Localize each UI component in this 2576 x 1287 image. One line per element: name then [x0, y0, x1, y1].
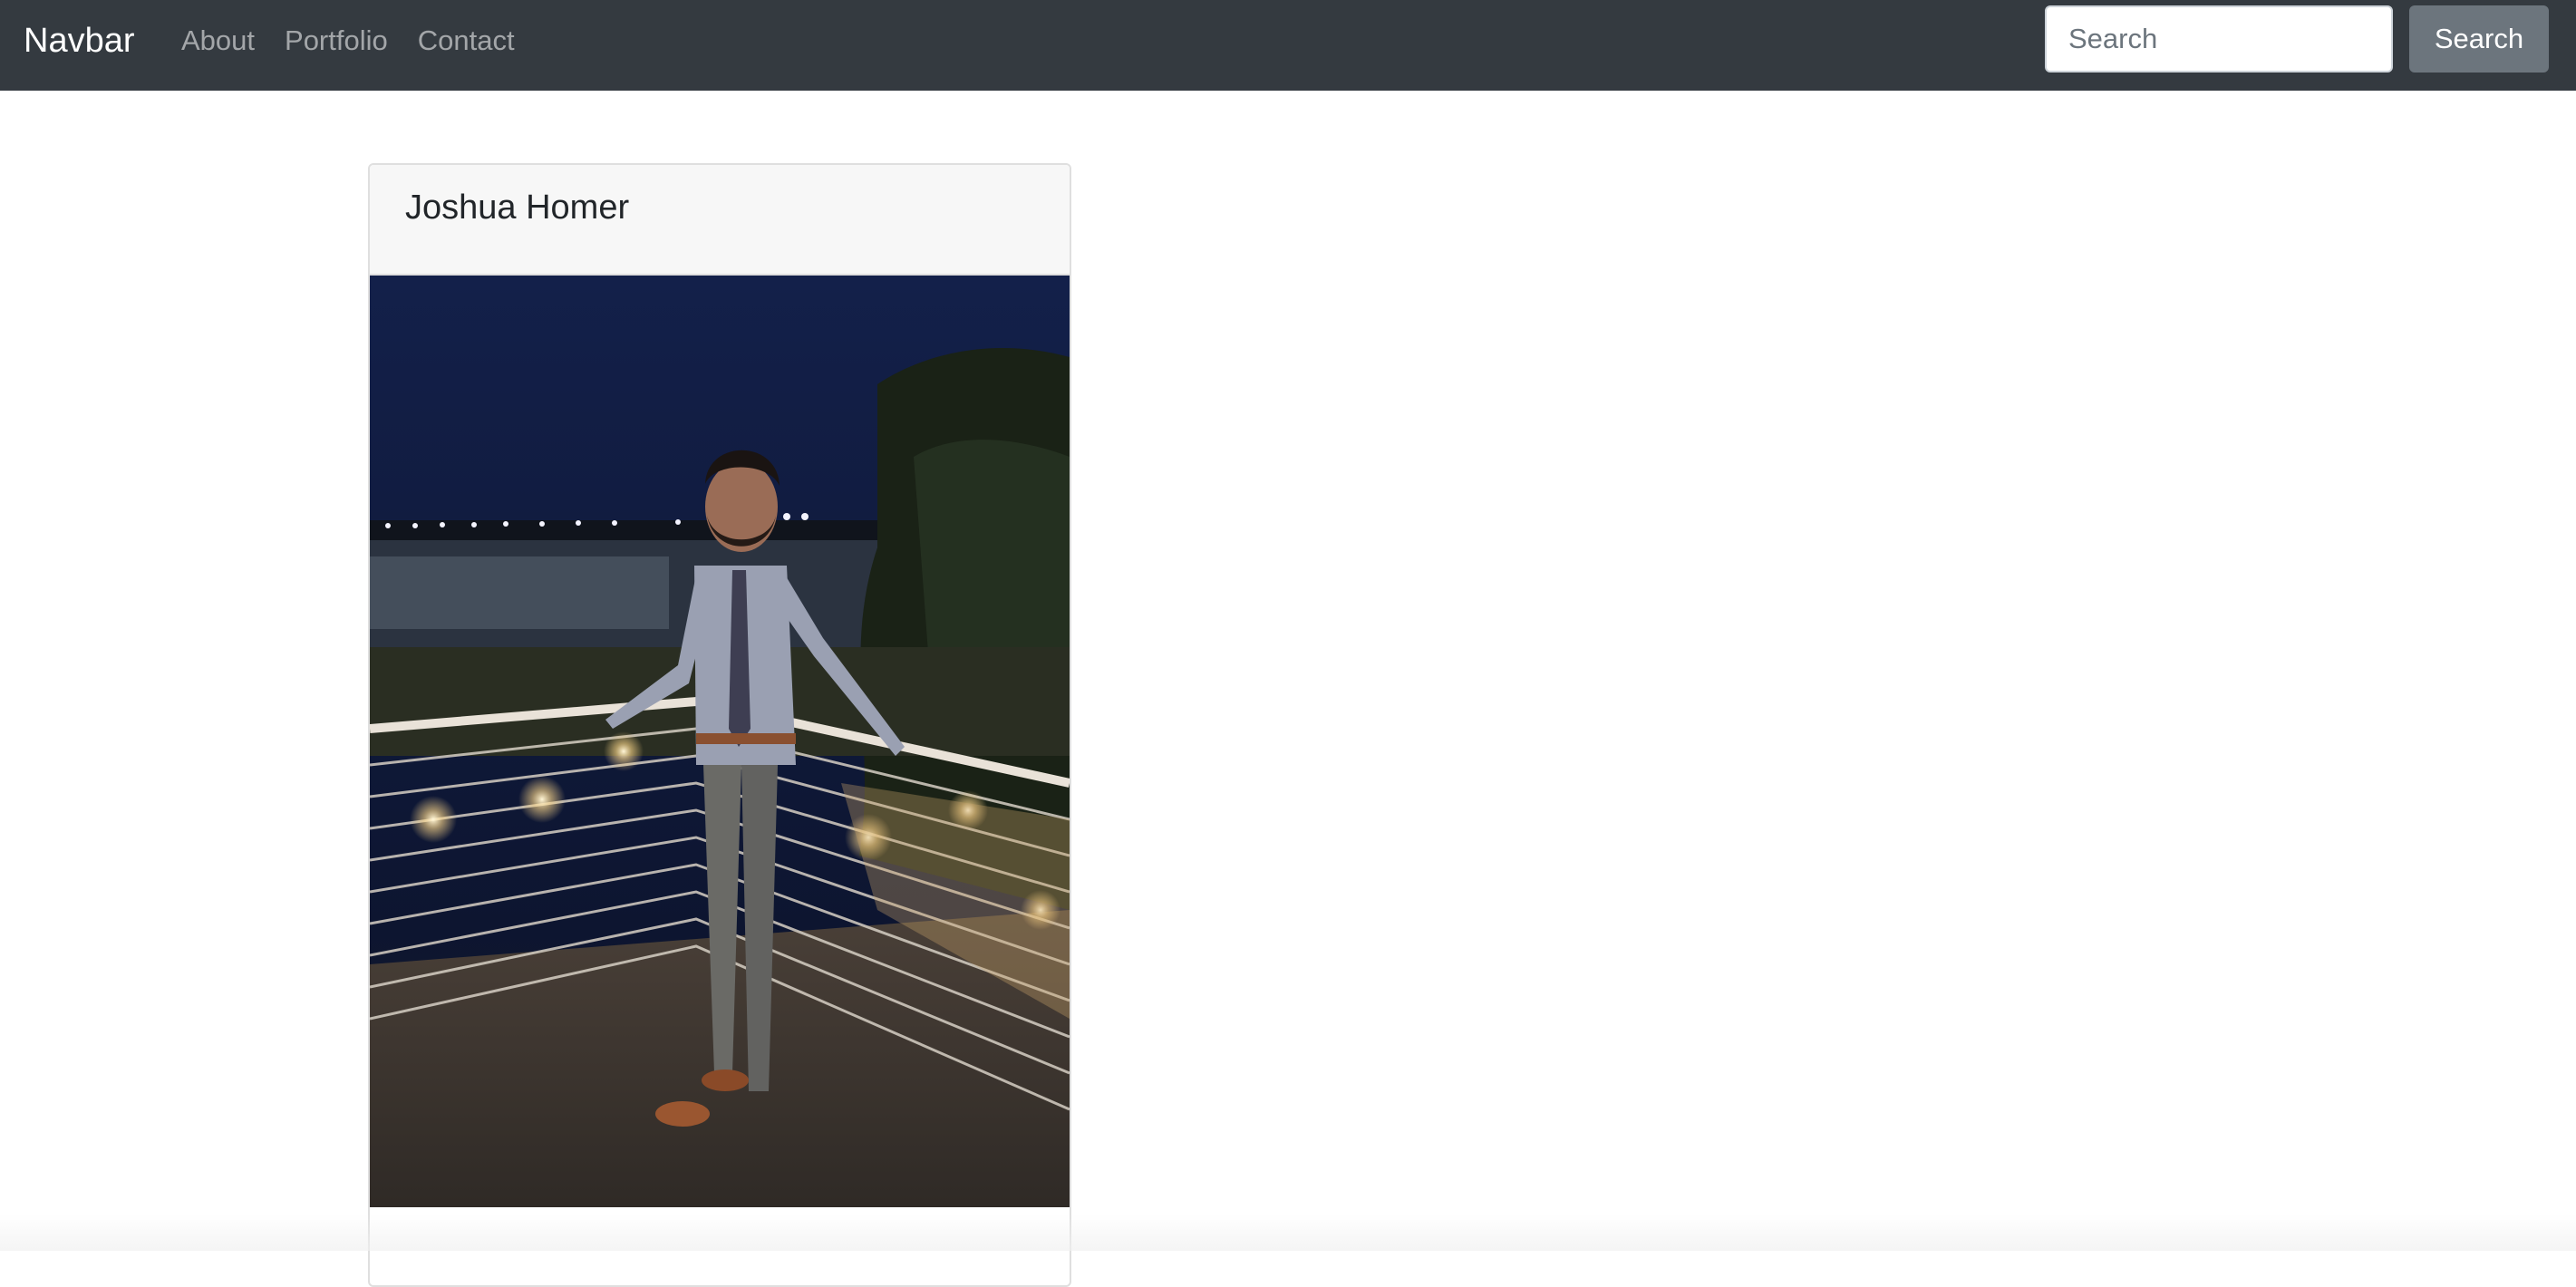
profile-card: Joshua Homer [368, 163, 1071, 1287]
navbar-brand[interactable]: Navbar [24, 0, 135, 82]
nav-links: About Portfolio Contact [181, 0, 545, 82]
nav-link-about[interactable]: About [181, 24, 255, 57]
search-button[interactable]: Search [2409, 5, 2549, 73]
profile-photo [370, 276, 1070, 1207]
nav-link-portfolio[interactable]: Portfolio [285, 24, 388, 57]
top-navbar: Navbar About Portfolio Contact Search [0, 0, 2576, 91]
card-title: Joshua Homer [405, 189, 630, 227]
card-header: Joshua Homer [370, 165, 1070, 276]
search-input[interactable] [2045, 5, 2393, 73]
nav-link-contact[interactable]: Contact [418, 24, 515, 57]
